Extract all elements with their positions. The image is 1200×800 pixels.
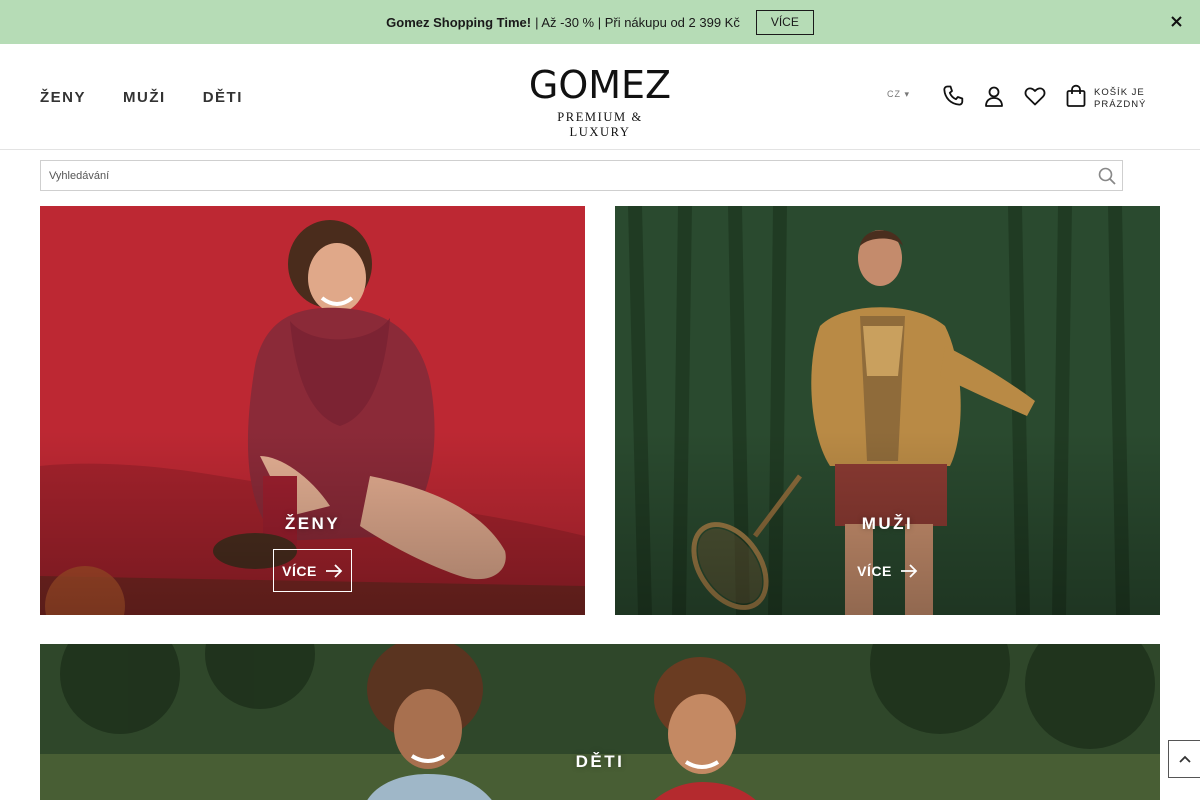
- cart-label: KOŠÍK JE PRÁZDNÝ: [1094, 86, 1147, 110]
- close-icon[interactable]: [1168, 13, 1184, 29]
- nav-item-women[interactable]: ŽENY: [40, 89, 86, 106]
- promo-details: | Až -30 % | Při nákupu od 2 399 Kč: [535, 14, 740, 30]
- promo-title: Gomez Shopping Time!: [386, 14, 532, 30]
- arrow-right-icon: [325, 563, 343, 578]
- women-more-button[interactable]: VÍCE: [273, 549, 352, 592]
- cart-button[interactable]: KOŠÍK JE PRÁZDNÝ: [1066, 84, 1150, 113]
- tile-title-men: MUŽI: [861, 514, 914, 533]
- site-header: ŽENY MUŽI DĚTI GOMEZ PREMIUM & LUXURY CZ…: [0, 44, 1200, 150]
- logo[interactable]: GOMEZ PREMIUM & LUXURY: [528, 66, 672, 140]
- nav-item-kids[interactable]: DĚTI: [203, 89, 243, 106]
- tile-title-women: ŽENY: [284, 514, 341, 533]
- account-icon[interactable]: [982, 84, 1006, 108]
- category-tile-kids[interactable]: DĚTI: [40, 644, 1160, 800]
- nav-item-men[interactable]: MUŽI: [123, 89, 166, 106]
- category-tile-women[interactable]: ŽENY VÍCE: [40, 206, 585, 615]
- phone-icon[interactable]: [941, 84, 965, 108]
- cart-icon: [1066, 84, 1086, 113]
- men-more-button[interactable]: VÍCE: [848, 549, 927, 592]
- heart-icon[interactable]: [1023, 84, 1047, 108]
- promo-more-button[interactable]: VÍCE: [755, 9, 814, 35]
- language-select[interactable]: CZ ▾: [887, 89, 910, 100]
- search-icon[interactable]: [1092, 161, 1122, 190]
- button-label: VÍCE: [282, 562, 317, 579]
- promo-text: Gomez Shopping Time! | Až -30 % | Při ná…: [386, 15, 740, 30]
- promo-bar: Gomez Shopping Time! | Až -30 % | Při ná…: [0, 0, 1200, 44]
- category-tile-men[interactable]: MUŽI VÍCE: [615, 206, 1160, 615]
- logo-name: GOMEZ: [528, 63, 672, 107]
- search-input[interactable]: [41, 161, 1092, 190]
- search-bar: [40, 160, 1123, 191]
- kids-photo: [40, 644, 1160, 800]
- button-label: VÍCE: [857, 562, 892, 579]
- tile-title-kids: DĚTI: [575, 752, 625, 771]
- scroll-top-button[interactable]: [1168, 740, 1200, 778]
- arrow-right-icon: [900, 563, 918, 578]
- chevron-up-icon: [1179, 750, 1191, 768]
- main-nav: ŽENY MUŽI DĚTI: [40, 89, 280, 106]
- logo-tagline: PREMIUM & LUXURY: [557, 110, 643, 139]
